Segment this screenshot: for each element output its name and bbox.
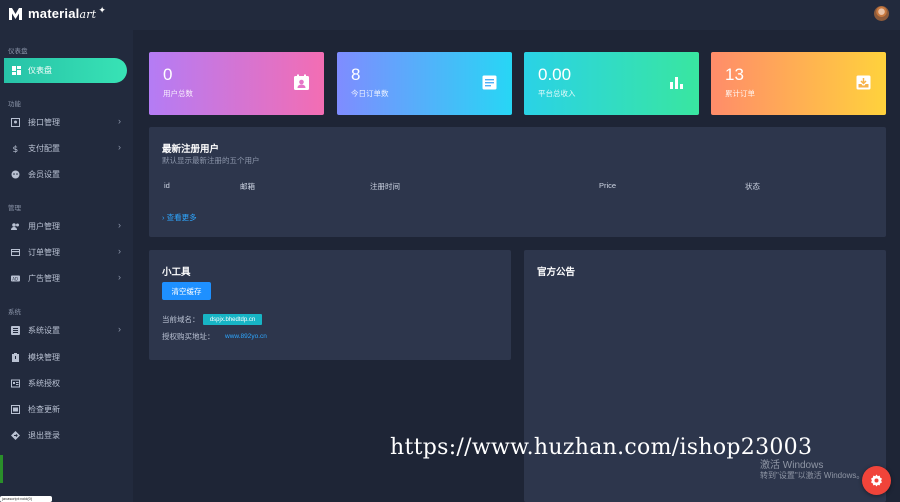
sidebar-item-label: 支付配置 — [28, 143, 60, 153]
sidebar-item-label: 系统设置 — [28, 325, 60, 335]
contact-icon — [293, 74, 310, 91]
svg-text:$: $ — [13, 145, 19, 153]
stat-card-today-orders[interactable]: 8 今日订单数 — [337, 52, 512, 115]
sidebar-item-label: 检查更新 — [28, 404, 60, 414]
view-more-link[interactable]: › 查看更多 — [162, 212, 197, 223]
sidebar-item-users[interactable]: 用户管理 › — [0, 216, 133, 236]
status-bar-url: javascript:void(0) — [0, 496, 52, 502]
chevron-right-icon: › — [118, 116, 121, 126]
inbox-icon — [855, 74, 872, 91]
clipboard-icon — [11, 352, 20, 362]
list-icon — [11, 325, 20, 335]
auth-address-label: 授权购买地址： — [162, 332, 215, 341]
logo-m-icon — [8, 6, 23, 21]
clear-cache-button[interactable]: 清空缓存 — [162, 282, 211, 300]
watermark-text: https://www.huzhan.com/ishop23003 — [390, 435, 813, 460]
gear-icon — [871, 474, 882, 487]
stat-label: 今日订单数 — [351, 89, 389, 98]
stat-label: 累计订单 — [725, 89, 755, 98]
dashboard-icon — [12, 66, 21, 75]
sidebar-item-label: 用户管理 — [28, 221, 60, 231]
section-label-features: 功能 — [8, 101, 21, 108]
latest-users-title: 最新注册用户 — [162, 144, 220, 155]
logout-icon — [11, 430, 20, 440]
tools-panel — [149, 250, 511, 360]
stat-label: 平台总收入 — [538, 89, 576, 98]
stat-card-cumulative-orders[interactable]: 13 累计订单 — [711, 52, 886, 115]
column-header-email: 邮箱 — [240, 182, 255, 191]
sidebar-item-logout[interactable]: 退出登录 — [0, 425, 133, 445]
chevron-right-icon: › — [118, 324, 121, 334]
sidebar-item-modules[interactable]: 模块管理 — [0, 347, 133, 367]
logo-text: materialart — [28, 6, 97, 21]
column-header-registered: 注册时间 — [370, 182, 400, 191]
activate-windows-hint: 转到"设置"以激活 Windows。 — [760, 471, 865, 480]
license-icon — [11, 379, 20, 388]
notice-title: 官方公告 — [537, 267, 576, 278]
sidebar-item-membership[interactable]: 会员设置 — [0, 164, 133, 184]
update-icon — [11, 404, 20, 414]
sidebar-item-ads[interactable]: AD 广告管理 › — [0, 268, 133, 288]
taskbar-thumbnail — [0, 455, 3, 483]
sidebar-item-label: 订单管理 — [28, 247, 60, 257]
interface-icon — [11, 117, 20, 127]
sidebar-item-label: 接口管理 — [28, 117, 60, 127]
latest-users-panel — [149, 127, 886, 237]
auth-address-link[interactable]: www.892yo.cn — [225, 333, 267, 340]
column-header-id: id — [164, 181, 170, 190]
sidebar-item-label: 模块管理 — [28, 352, 60, 362]
top-bar: materialart ✦ — [0, 0, 900, 30]
document-icon — [481, 74, 498, 91]
sidebar-item-system-settings[interactable]: 系统设置 › — [0, 320, 133, 340]
stat-card-total-users[interactable]: 0 用户总数 — [149, 52, 324, 115]
logo-sparkle-icon: ✦ — [98, 5, 106, 15]
sidebar-item-check-update[interactable]: 检查更新 — [0, 399, 133, 419]
ad-icon: AD — [11, 274, 20, 283]
sidebar-item-dashboard[interactable]: 仪表盘 — [4, 58, 127, 83]
stat-value: 13 — [725, 65, 744, 84]
stat-card-total-revenue[interactable]: 0.00 平台总收入 — [524, 52, 699, 115]
latest-users-subtitle: 默认显示最新注册的五个用户 — [162, 156, 260, 165]
sidebar-item-interface[interactable]: 接口管理 › — [0, 112, 133, 132]
stat-label: 用户总数 — [163, 89, 193, 98]
activate-windows-title: 激活 Windows — [760, 460, 824, 471]
chevron-right-icon: › — [118, 142, 121, 152]
chevron-right-icon: › — [118, 272, 121, 282]
domain-label: 当前域名： — [162, 315, 200, 324]
svg-text:AD: AD — [12, 276, 18, 281]
sidebar-item-label: 退出登录 — [28, 430, 60, 440]
section-label-dashboard: 仪表盘 — [8, 48, 28, 55]
card-icon — [11, 248, 20, 257]
app-logo[interactable]: materialart ✦ — [8, 5, 106, 21]
face-icon — [11, 170, 20, 179]
user-avatar[interactable] — [874, 6, 889, 21]
users-icon — [11, 222, 20, 231]
tools-title: 小工具 — [162, 267, 191, 278]
chevron-right-icon: › — [118, 246, 121, 256]
column-header-status: 状态 — [745, 182, 760, 191]
domain-badge: dspjx.bhedtdp.cn — [203, 314, 262, 325]
dollar-icon: $ — [11, 144, 20, 153]
sidebar-item-payment[interactable]: $ 支付配置 › — [0, 138, 133, 158]
section-label-management: 管理 — [8, 205, 21, 212]
chevron-right-icon: › — [118, 220, 121, 230]
settings-fab-button[interactable] — [862, 466, 891, 495]
column-header-price: Price — [599, 181, 617, 190]
stat-value: 8 — [351, 65, 361, 84]
sidebar-item-license[interactable]: 系统授权 — [0, 373, 133, 393]
bar-chart-icon — [668, 74, 685, 91]
notice-panel — [524, 250, 886, 502]
section-label-system: 系统 — [8, 309, 21, 316]
sidebar-item-orders[interactable]: 订单管理 › — [0, 242, 133, 262]
sidebar-item-label: 系统授权 — [28, 378, 60, 388]
sidebar-item-label: 仪表盘 — [28, 66, 52, 75]
stat-value: 0 — [163, 65, 173, 84]
sidebar-item-label: 广告管理 — [28, 273, 60, 283]
stat-value: 0.00 — [538, 65, 572, 84]
sidebar-item-label: 会员设置 — [28, 169, 60, 179]
